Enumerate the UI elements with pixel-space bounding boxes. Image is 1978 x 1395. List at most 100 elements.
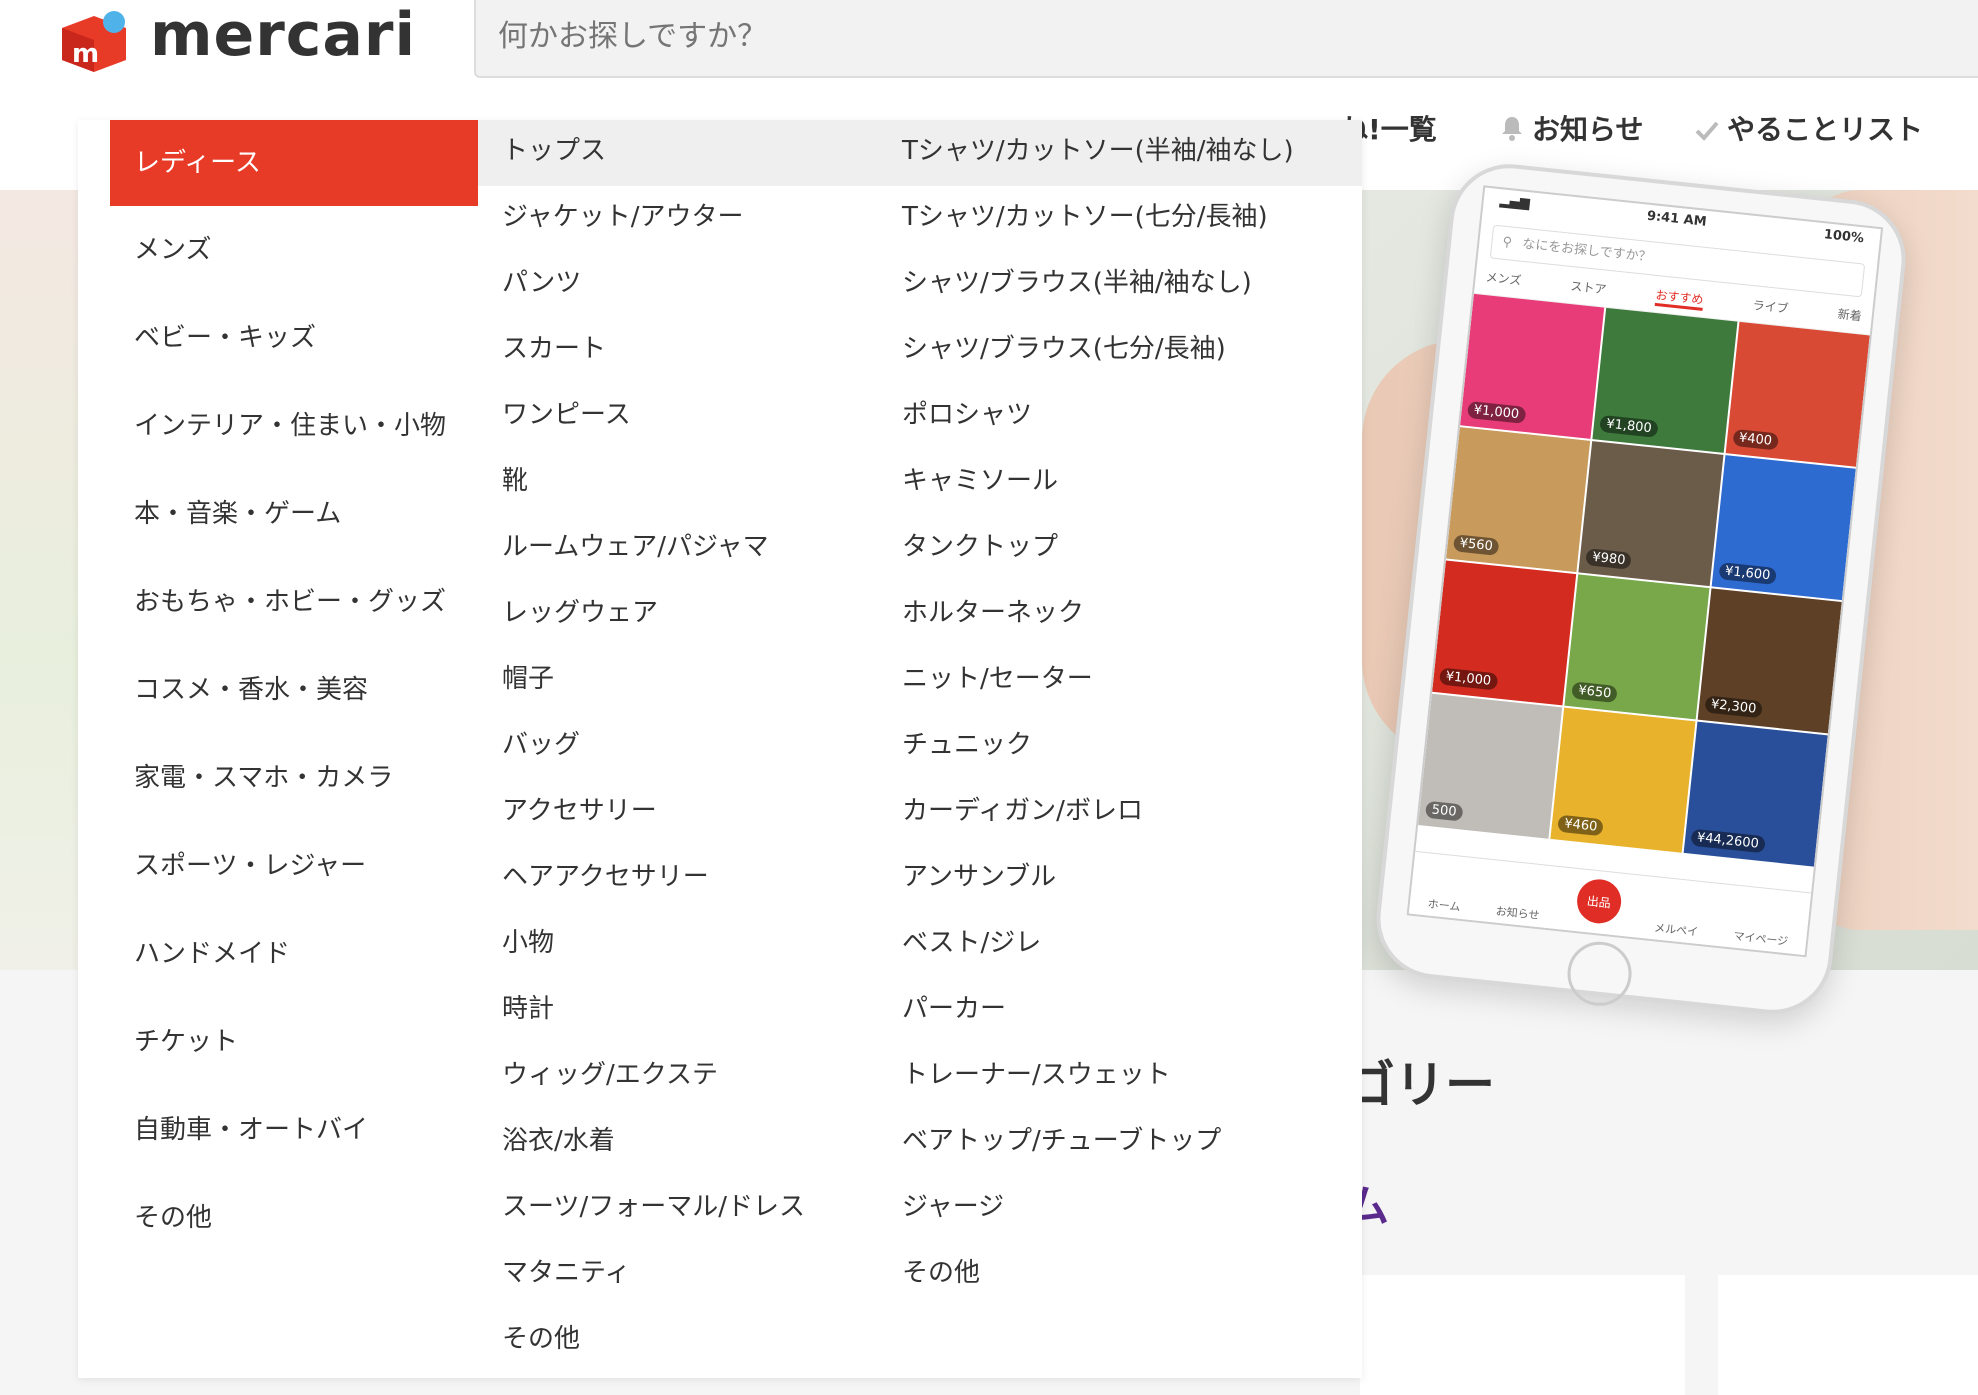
- phone-item-price: ¥560: [1452, 534, 1500, 556]
- item-link[interactable]: タンクトップ: [878, 516, 1362, 582]
- item-link[interactable]: ジャージ: [878, 1176, 1362, 1242]
- item-link[interactable]: ポロシャツ: [878, 384, 1362, 450]
- category-item[interactable]: 本・音楽・ゲーム: [110, 470, 478, 558]
- phone-item-price: ¥2,300: [1704, 695, 1764, 719]
- phone-home-button: [1564, 938, 1635, 1009]
- item-link[interactable]: ホルターネック: [878, 582, 1362, 648]
- category-item[interactable]: その他: [110, 1174, 478, 1262]
- todo-link[interactable]: やることリスト: [1695, 108, 1923, 148]
- subcategory-item[interactable]: ヘアアクセサリー: [478, 846, 878, 912]
- phone-item: ¥1,800: [1592, 307, 1738, 453]
- phone-nav-notifications: お知らせ: [1495, 904, 1541, 923]
- category-item[interactable]: メンズ: [110, 206, 478, 294]
- subcategory-item[interactable]: ウィッグ/エクステ: [478, 1044, 878, 1110]
- subcategory-item[interactable]: レッグウェア: [478, 582, 878, 648]
- category-column: レディース メンズ ベビー・キッズ インテリア・住まい・小物 本・音楽・ゲーム おもちゃ・…: [110, 120, 478, 1262]
- phone-battery: 100%: [1823, 227, 1865, 247]
- subcategory-item[interactable]: バッグ: [478, 714, 878, 780]
- subcategory-item[interactable]: アクセサリー: [478, 780, 878, 846]
- item-column: Tシャツ/カットソー(半袖/袖なし) Tシャツ/カットソー(七分/長袖) シャツ/ブ…: [878, 120, 1362, 1308]
- phone-time: 9:41 AM: [1646, 208, 1708, 230]
- item-link[interactable]: その他: [878, 1242, 1362, 1308]
- item-link[interactable]: トレーナー/スウェット: [878, 1044, 1362, 1110]
- phone-nav-mypage: マイページ: [1732, 929, 1789, 949]
- phone-screen: ▂▄▆ 9:41 AM 100% なにをお探しですか？ メンズ ストア おすすめ…: [1406, 185, 1884, 958]
- phone-mockup: ▂▄▆ 9:41 AM 100% なにをお探しですか？ メンズ ストア おすすめ…: [1370, 158, 1912, 1020]
- item-link[interactable]: ニット/セーター: [878, 648, 1362, 714]
- phone-item-price: 500: [1424, 800, 1464, 822]
- subcategory-item[interactable]: 小物: [478, 912, 878, 978]
- subcategory-item[interactable]: 浴衣/水着: [478, 1110, 878, 1176]
- item-link[interactable]: チュニック: [878, 714, 1362, 780]
- phone-item: 500: [1418, 693, 1563, 839]
- subcategory-item[interactable]: スカート: [478, 318, 878, 384]
- subcategory-item[interactable]: スーツ/フォーマル/ドレス: [478, 1176, 878, 1242]
- phone-item: ¥460: [1550, 707, 1696, 853]
- phone-item: ¥980: [1578, 441, 1724, 587]
- product-card[interactable]: [1718, 1275, 1978, 1395]
- subcategory-item[interactable]: ジャケット/アウター: [478, 186, 878, 252]
- subcategory-item[interactable]: トップス: [478, 120, 878, 186]
- phone-item-price: ¥460: [1557, 814, 1605, 837]
- phone-tab: メンズ: [1485, 270, 1523, 288]
- subcategory-item[interactable]: 時計: [478, 978, 878, 1044]
- notifications-link[interactable]: お知らせ: [1500, 108, 1643, 148]
- phone-nav-home: ホーム: [1427, 897, 1461, 914]
- category-item[interactable]: おもちゃ・ホビー・グッズ: [110, 558, 478, 646]
- category-item[interactable]: インテリア・住まい・小物: [110, 382, 478, 470]
- search-bar[interactable]: [474, 0, 1978, 78]
- phone-item-price: ¥400: [1732, 428, 1779, 451]
- item-link[interactable]: パーカー: [878, 978, 1362, 1044]
- category-item[interactable]: ベビー・キッズ: [110, 294, 478, 382]
- phone-item: ¥650: [1564, 574, 1710, 720]
- item-link[interactable]: キャミソール: [878, 450, 1362, 516]
- phone-item-grid: ¥1,000 ¥1,800 ¥400 ¥560 ¥980 ¥1,600 ¥1,0…: [1418, 293, 1870, 867]
- phone-item: ¥2,300: [1697, 588, 1842, 734]
- item-link[interactable]: アンサンブル: [878, 846, 1362, 912]
- phone-item-price: ¥980: [1585, 548, 1633, 570]
- svg-text:m: m: [72, 39, 99, 69]
- todo-label: やることリスト: [1727, 113, 1924, 146]
- item-link[interactable]: ベスト/ジレ: [878, 912, 1362, 978]
- item-link[interactable]: ベアトップ/チューブトップ: [878, 1110, 1362, 1176]
- category-item[interactable]: コスメ・香水・美容: [110, 646, 478, 734]
- subcategory-item[interactable]: 靴: [478, 450, 878, 516]
- subcategory-item[interactable]: その他: [478, 1308, 878, 1374]
- bell-icon: [1500, 115, 1524, 148]
- phone-tab: 新着: [1837, 307, 1863, 324]
- subcategory-item[interactable]: マタニティ: [478, 1242, 878, 1308]
- category-item[interactable]: 自動車・オートバイ: [110, 1086, 478, 1174]
- phone-item: ¥44,2600: [1683, 721, 1828, 867]
- search-input[interactable]: [476, 0, 1978, 76]
- mercari-logo-icon[interactable]: m: [56, 10, 134, 76]
- item-link[interactable]: シャツ/ブラウス(半袖/袖なし): [878, 252, 1362, 318]
- phone-nav-sell: 出品: [1574, 877, 1624, 926]
- phone-bottom-nav: ホーム お知らせ 出品 メルペイ マイページ: [1408, 850, 1812, 956]
- subcategory-item[interactable]: 帽子: [478, 648, 878, 714]
- phone-signal-icon: ▂▄▆: [1499, 193, 1531, 212]
- category-item[interactable]: スポーツ・レジャー: [110, 822, 478, 910]
- phone-item: ¥1,000: [1460, 293, 1605, 439]
- logo-wordmark[interactable]: mercari: [150, 0, 416, 70]
- phone-item: ¥400: [1725, 321, 1870, 467]
- phone-tab: ストア: [1569, 279, 1608, 297]
- category-item[interactable]: チケット: [110, 998, 478, 1086]
- subcategory-item[interactable]: ルームウェア/パジャマ: [478, 516, 878, 582]
- item-link[interactable]: Tシャツ/カットソー(七分/長袖): [878, 186, 1362, 252]
- hero-left-image: [0, 190, 80, 970]
- phone-item-price: ¥1,000: [1438, 667, 1498, 691]
- item-link[interactable]: シャツ/ブラウス(七分/長袖): [878, 318, 1362, 384]
- subcategory-item[interactable]: パンツ: [478, 252, 878, 318]
- phone-item-price: ¥1,000: [1466, 400, 1526, 424]
- item-link[interactable]: カーディガン/ボレロ: [878, 780, 1362, 846]
- notifications-label: お知らせ: [1532, 113, 1644, 146]
- category-item[interactable]: ハンドメイド: [110, 910, 478, 998]
- item-link[interactable]: Tシャツ/カットソー(半袖/袖なし): [878, 120, 1362, 186]
- category-item[interactable]: レディース: [110, 120, 478, 206]
- product-card[interactable]: [1360, 1275, 1685, 1395]
- subcategory-item[interactable]: ワンピース: [478, 384, 878, 450]
- phone-item: ¥1,600: [1711, 455, 1856, 601]
- subcategory-column: トップス ジャケット/アウター パンツ スカート ワンピース靴ルームウェア/パジャマ レッ…: [478, 120, 878, 1374]
- category-item[interactable]: 家電・スマホ・カメラ: [110, 734, 478, 822]
- phone-item: ¥560: [1446, 427, 1591, 573]
